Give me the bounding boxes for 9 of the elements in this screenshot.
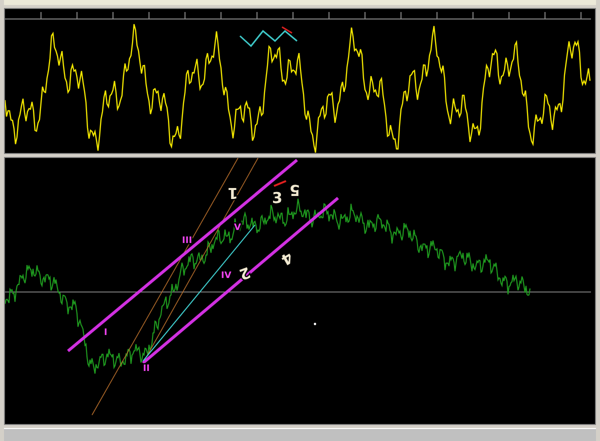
wave-label: III — [182, 236, 192, 246]
wave-label: 4 — [278, 248, 296, 270]
wave-label: IV — [221, 271, 232, 281]
wave-label: 5 — [290, 181, 300, 199]
wave-label: 3 — [272, 189, 282, 207]
wave-label: II — [143, 364, 150, 374]
wave-label: I — [104, 328, 108, 338]
wave-label: 1 — [228, 184, 238, 202]
wave-label: 2 — [236, 263, 253, 284]
